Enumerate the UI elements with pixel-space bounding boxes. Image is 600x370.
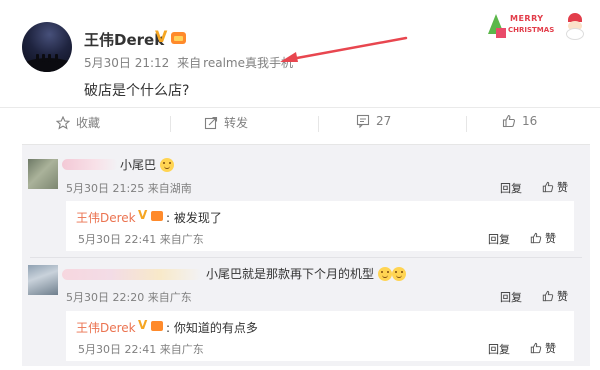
commenter-avatar[interactable]	[28, 159, 58, 189]
thumbs-up-icon	[542, 290, 554, 302]
like-label: 赞	[545, 342, 556, 355]
reply-button[interactable]: 回复	[488, 231, 510, 247]
comment-section: 小尾巴 5月30日 21:25 来自湖南 回复 赞 王伟Derek V : 被发…	[22, 144, 590, 366]
smile-emoji-icon	[159, 158, 174, 172]
post-text: 破店是个什么店?	[84, 83, 190, 99]
reply-text: : 你知道的有点多	[166, 321, 258, 335]
badge-line1: MERRY	[510, 14, 544, 23]
thumbs-up-icon	[530, 232, 542, 244]
repost-icon	[204, 116, 218, 130]
action-divider	[170, 116, 171, 132]
reply-author[interactable]: 王伟Derek	[76, 209, 136, 226]
like-label: 赞	[557, 290, 568, 303]
thumbs-up-icon	[530, 342, 542, 354]
avatar-person-silhouette	[36, 54, 39, 62]
like-button[interactable]: 赞	[542, 288, 568, 304]
comment-text-content: 小尾巴	[120, 158, 157, 172]
favorite-label: 收藏	[76, 116, 101, 130]
repost-button[interactable]: 转发	[204, 114, 248, 131]
nested-reply: 王伟Derek V : 你知道的有点多 5月30日 22:41 来自广东 回复 …	[66, 311, 574, 361]
comment-text: 小尾巴就是那款再下个月的机型	[206, 265, 406, 282]
repost-label: 转发	[224, 116, 249, 130]
comment-count: 27	[376, 114, 392, 128]
comment-time: 5月30日 21:25 来自湖南	[66, 182, 192, 195]
avatar-person-silhouette	[42, 54, 45, 62]
blurred-username[interactable]	[62, 159, 118, 170]
santa-icon	[564, 13, 586, 41]
santa-beard	[566, 28, 584, 40]
reply-button[interactable]: 回复	[488, 341, 510, 357]
comment-icon	[356, 114, 370, 129]
verified-v-icon: V	[138, 318, 148, 332]
vip-crown-icon	[151, 211, 163, 221]
grin-emoji-icon	[377, 267, 392, 281]
reply-button[interactable]: 回复	[500, 289, 522, 305]
thumbs-up-icon	[542, 181, 554, 193]
thumbs-up-icon	[502, 114, 516, 128]
like-button[interactable]: 赞	[530, 340, 556, 356]
avatar-hill-silhouette	[22, 58, 72, 72]
vip-crown-icon	[171, 32, 186, 44]
action-divider	[466, 116, 467, 132]
like-button[interactable]: 赞	[530, 230, 556, 246]
author-name[interactable]: 王伟Derek	[84, 29, 164, 50]
merry-christmas-badge: MERRY CHRISTMAS	[484, 10, 590, 44]
vip-crown-icon	[151, 321, 163, 331]
reply-author[interactable]: 王伟Derek	[76, 319, 136, 336]
avatar-person-silhouette	[48, 54, 51, 62]
reply-text: : 被发现了	[166, 211, 222, 225]
action-divider	[318, 116, 319, 132]
author-avatar[interactable]	[22, 22, 72, 72]
star-icon	[55, 115, 71, 130]
badge-line2: CHRISTMAS	[508, 26, 555, 34]
like-button[interactable]: 赞	[542, 179, 568, 195]
verified-v-icon: V	[138, 208, 148, 222]
red-arrow-annotation	[280, 36, 408, 62]
reply-time: 5月30日 22:41 来自广东	[78, 233, 204, 246]
verified-v-icon: V	[155, 27, 168, 46]
nested-reply: 王伟Derek V : 被发现了 5月30日 22:41 来自广东 回复 赞	[66, 201, 574, 251]
reply-text-content: 你知道的有点多	[173, 321, 258, 335]
like-label: 赞	[545, 232, 556, 245]
post-meta: 5月30日 21:12 来自 realme真我手机	[84, 54, 293, 71]
comment-text: 小尾巴	[120, 156, 174, 173]
reply-button[interactable]: 回复	[500, 180, 522, 196]
avatar-person-silhouette	[55, 54, 58, 62]
post-action-bar: 收藏 转发 27 16	[0, 107, 600, 137]
comment-time: 5月30日 22:20 来自广东	[66, 291, 192, 304]
like-button[interactable]: 16	[502, 114, 537, 128]
reply-text-content: 被发现了	[173, 211, 222, 225]
weibo-post: 王伟Derek V 5月30日 21:12 来自 realme真我手机 MERRY…	[0, 0, 600, 140]
favorite-button[interactable]: 收藏	[55, 114, 101, 131]
comment-text-content: 小尾巴就是那款再下个月的机型	[206, 267, 375, 281]
blurred-username[interactable]	[62, 269, 202, 280]
like-label: 赞	[557, 181, 568, 194]
source-prefix: 来自	[177, 56, 202, 70]
grin-emoji-icon	[391, 267, 406, 281]
commenter-avatar[interactable]	[28, 265, 58, 295]
post-date[interactable]: 5月30日 21:12	[84, 56, 169, 70]
like-count: 16	[522, 114, 538, 128]
reply-time: 5月30日 22:41 来自广东	[78, 343, 204, 356]
gift-box-icon	[496, 28, 506, 38]
comment-button[interactable]: 27	[356, 114, 392, 129]
comment-divider	[30, 257, 582, 258]
